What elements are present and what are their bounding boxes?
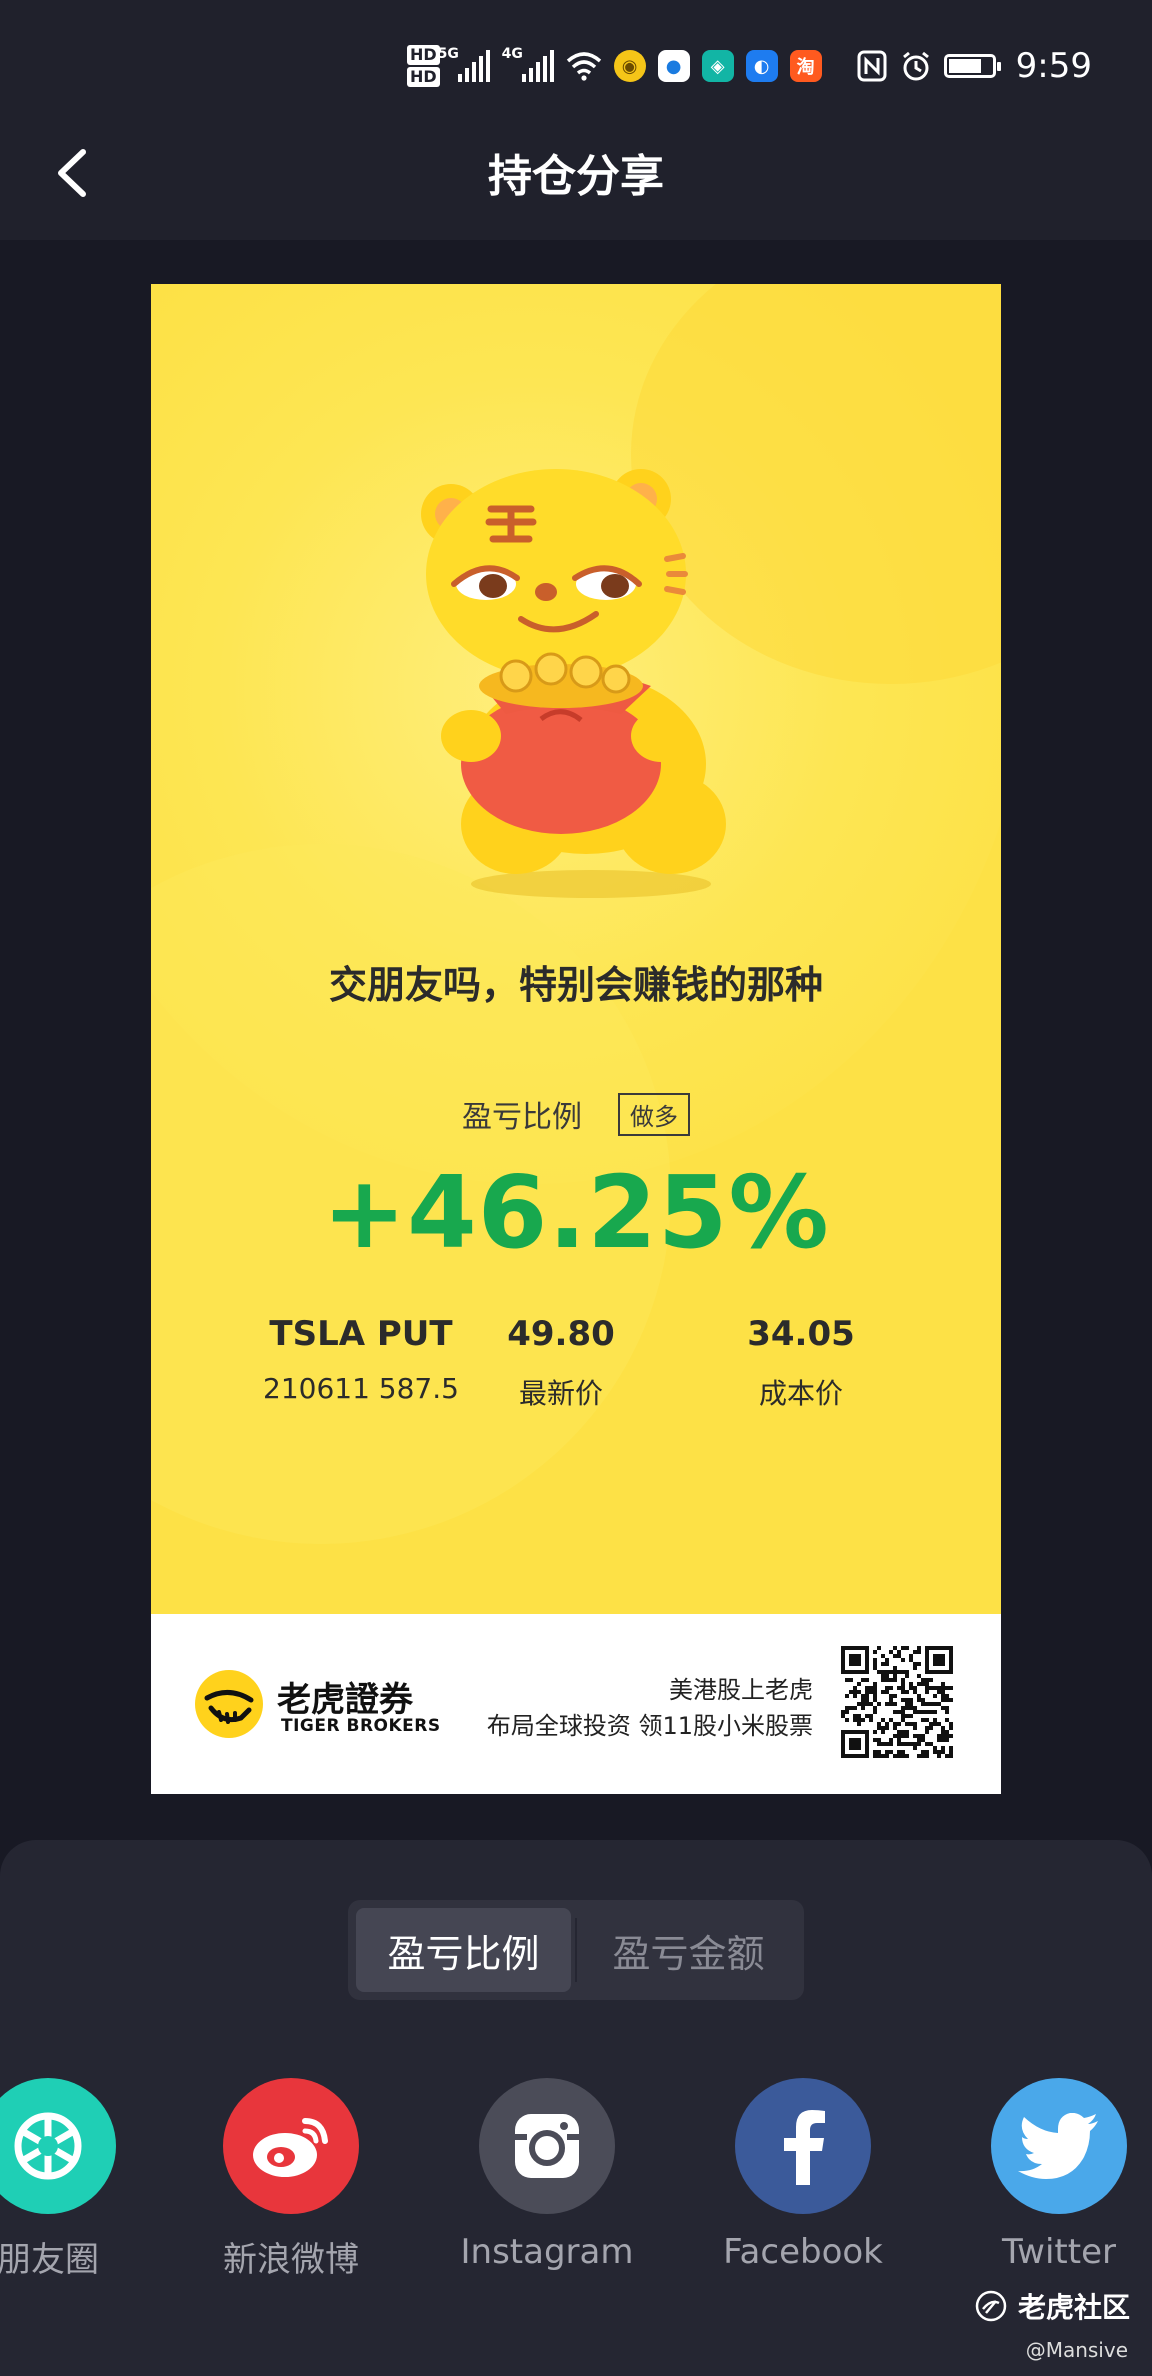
tiger-mascot-image [421, 469, 726, 898]
promo-line-2: 布局全球投资 领11股小米股票 [486, 1712, 813, 1740]
net2-label: 4G [501, 46, 523, 62]
slogan-text: 交朋友吗，特别会赚钱的那种 [328, 963, 823, 1007]
ratio-row: 盈亏比例 做多 [151, 1092, 1001, 1136]
stat-cost-price-label: 成本价 [758, 1377, 843, 1410]
stat-last-price-value: 49.80 [507, 1314, 615, 1354]
hd1-label: HD [406, 45, 440, 65]
coin-icon: ◉ [613, 50, 646, 82]
stat-cost-price: 34.05 成本价 [691, 1314, 911, 1412]
side-badge: 做多 [618, 1092, 690, 1136]
status-bar: HD HD 5G 4G ◉ ● ◈ ◐ 淘 9:59 [406, 36, 1092, 96]
share-weibo-button[interactable]: 新浪微博 [191, 2078, 391, 2281]
stat-last-price-label: 最新价 [518, 1377, 603, 1410]
share-moments-label: 朋友圈 [0, 2240, 99, 2280]
drop-icon: ● [657, 50, 690, 82]
nfc-icon [857, 50, 887, 82]
stat-cost-price-value: 34.05 [747, 1314, 855, 1354]
pnl-percent: +46.25% [322, 1154, 830, 1271]
brand-name-cn: 老虎證券 [277, 1680, 413, 1720]
weibo-icon [223, 2078, 359, 2214]
qr-code-image [841, 1646, 953, 1758]
share-facebook-label: Facebook [723, 2232, 883, 2272]
signal-5g-icon: 5G [438, 46, 490, 82]
share-twitter-button[interactable]: Twitter [959, 2078, 1152, 2272]
share-sheet: 盈亏比例 盈亏金额 朋友圈 新浪微博 Instagram Facebook Tw… [0, 1840, 1152, 2376]
status-time: 9:59 [1015, 46, 1092, 86]
battery-icon [943, 54, 1001, 78]
taobao-icon: 淘 [789, 50, 822, 82]
alarm-icon [902, 51, 929, 81]
stat-last-price: 49.80 最新价 [451, 1314, 671, 1412]
hd2-label: HD [406, 67, 440, 87]
tab-pnl-amount[interactable]: 盈亏金额 [581, 1908, 796, 1992]
signal-4g-icon: 4G [502, 46, 554, 82]
twitter-icon [991, 2078, 1127, 2214]
taobao-label: 淘 [796, 57, 815, 78]
share-moments-button[interactable]: 朋友圈 [0, 2078, 148, 2281]
promo-line-1: 美港股上老虎 [669, 1676, 813, 1704]
wifi-icon [566, 52, 601, 81]
hd-indicator: HD HD [406, 44, 440, 88]
share-twitter-label: Twitter [1002, 2232, 1116, 2272]
tiger-brokers-logo-icon [195, 1670, 263, 1738]
share-facebook-button[interactable]: Facebook [703, 2078, 903, 2272]
brand-name-en: TIGER BROKERS [281, 1716, 441, 1736]
share-weibo-label: 新浪微博 [223, 2240, 359, 2280]
tab-pnl-ratio[interactable]: 盈亏比例 [356, 1908, 571, 1992]
chat-icon: ◐ [745, 50, 778, 82]
share-instagram-label: Instagram [460, 2232, 634, 2272]
watermark-user: @Mansive [1025, 2338, 1128, 2362]
facebook-icon [735, 2078, 871, 2214]
share-instagram-button[interactable]: Instagram [447, 2078, 647, 2272]
instagram-icon [479, 2078, 615, 2214]
community-logo-icon [975, 2290, 1007, 2322]
moments-icon [0, 2078, 116, 2214]
metric-toggle: 盈亏比例 盈亏金额 [348, 1900, 804, 2000]
watermark-site: 老虎社区 [1017, 2291, 1130, 2324]
page-title: 持仓分享 [488, 151, 664, 202]
app-icon: ◈ [701, 50, 734, 82]
top-bar: HD HD 5G 4G ◉ ● ◈ ◐ 淘 9:59 持仓分享 [0, 0, 1152, 240]
ratio-label: 盈亏比例 [462, 1100, 582, 1135]
share-card: 交朋友吗，特别会赚钱的那种 盈亏比例 做多 +46.25% TSLA PUT 2… [151, 284, 1001, 1794]
watermark: 老虎社区 [974, 2286, 1130, 2326]
card-footer: 老虎證券 TIGER BROKERS 美港股上老虎 布局全球投资 领11股小米股… [151, 1614, 1001, 1794]
net1-label: 5G [437, 46, 459, 62]
